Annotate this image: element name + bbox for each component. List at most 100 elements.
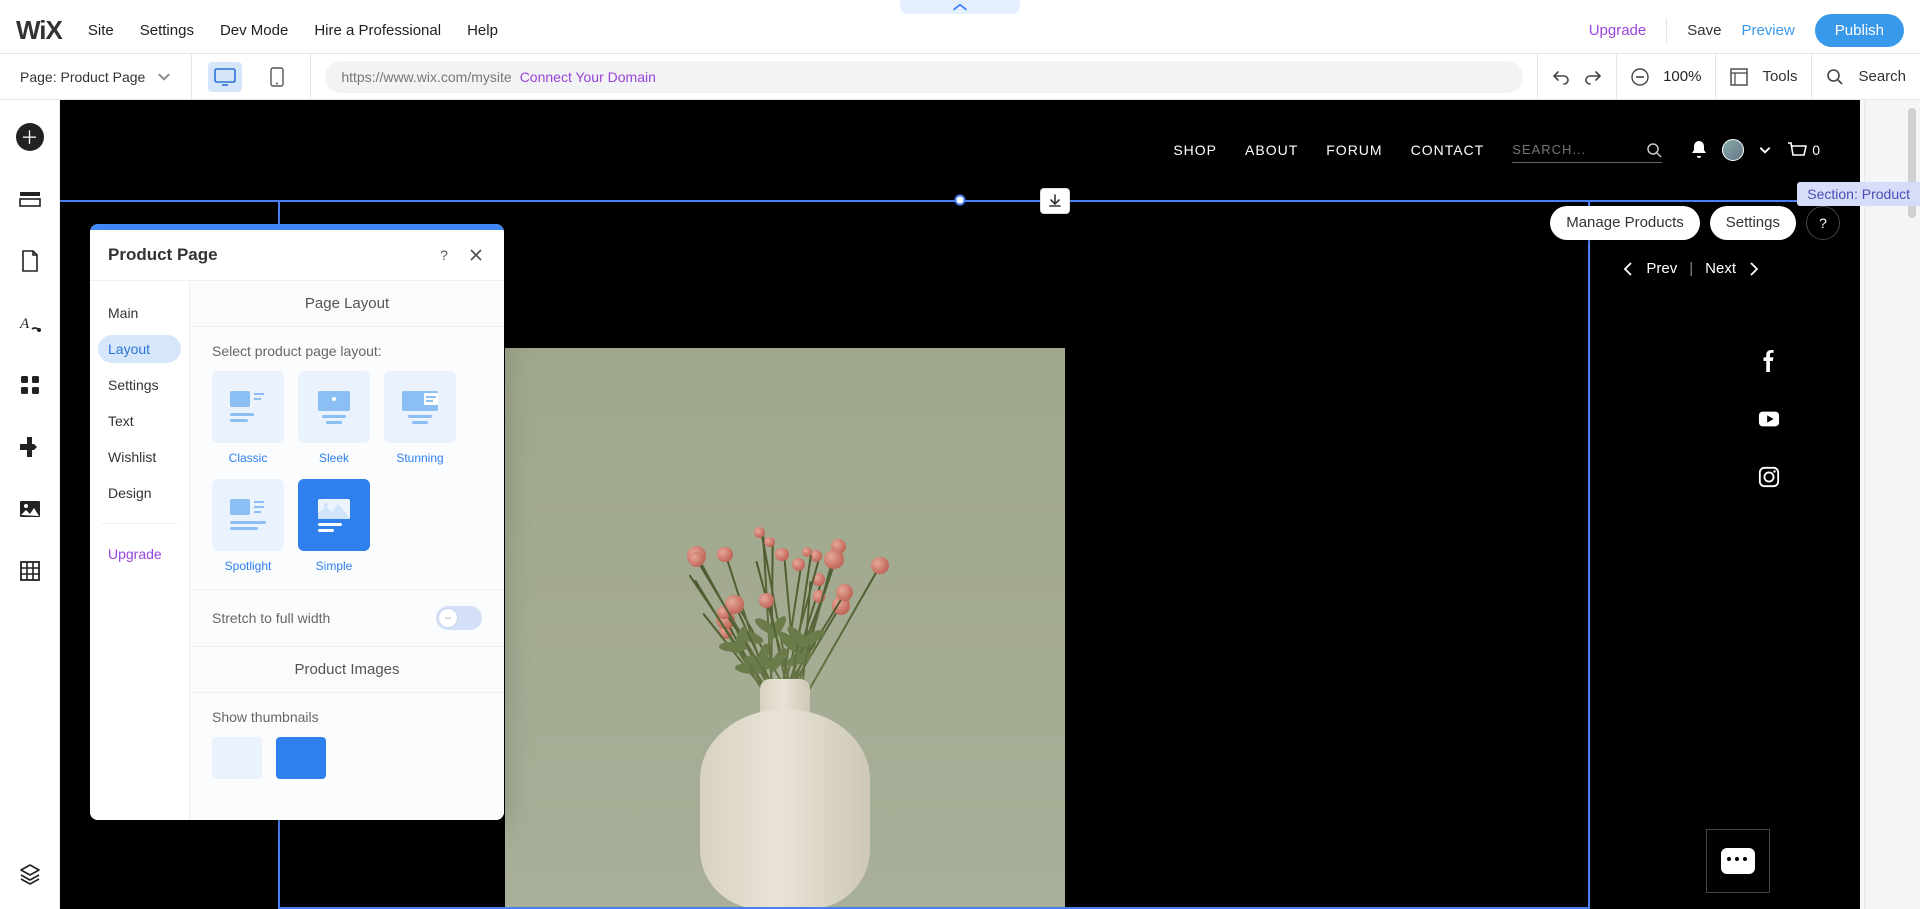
- chevron-left-icon[interactable]: [1622, 262, 1634, 276]
- instagram-icon[interactable]: [1758, 466, 1780, 488]
- layout-option-classic[interactable]: Classic: [212, 371, 284, 465]
- search-label: Search: [1858, 68, 1906, 85]
- undo-button[interactable]: [1552, 68, 1570, 86]
- connect-domain-link[interactable]: Connect Your Domain: [520, 69, 656, 85]
- section-download-button[interactable]: [1040, 188, 1070, 214]
- thumb-option-2[interactable]: [276, 737, 326, 779]
- section-heading-layout: Page Layout: [190, 281, 504, 327]
- nav-forum[interactable]: FORUM: [1326, 142, 1382, 158]
- undo-redo-group: [1537, 54, 1616, 99]
- media-button[interactable]: [15, 494, 45, 524]
- panel-nav-upgrade[interactable]: Upgrade: [98, 540, 181, 568]
- zoom-out-button[interactable]: [1631, 68, 1649, 86]
- layout-options: Classic Sleek Stunning Spotlight Simple: [212, 371, 482, 573]
- bell-icon[interactable]: [1690, 140, 1708, 160]
- sections-button[interactable]: [15, 184, 45, 214]
- help-button[interactable]: ?: [1806, 206, 1840, 240]
- site-header: SHOP ABOUT FORUM CONTACT 0: [60, 100, 1860, 200]
- layout-option-spotlight[interactable]: Spotlight: [212, 479, 284, 573]
- panel-title: Product Page: [108, 245, 218, 265]
- zoom-group: 100%: [1616, 54, 1715, 99]
- apps-button[interactable]: [15, 370, 45, 400]
- cart-icon: [1786, 141, 1808, 159]
- panel-nav-design[interactable]: Design: [98, 479, 181, 507]
- element-settings-button[interactable]: Settings: [1710, 206, 1796, 240]
- menu-site[interactable]: Site: [88, 22, 114, 39]
- top-menu-bar: WiX Site Settings Dev Mode Hire a Profes…: [0, 8, 1920, 54]
- top-collapse-handle[interactable]: [900, 0, 1020, 14]
- layout-option-sleek[interactable]: Sleek: [298, 371, 370, 465]
- search-group[interactable]: Search: [1811, 54, 1920, 99]
- chevron-right-icon[interactable]: [1748, 262, 1760, 276]
- site-search[interactable]: [1512, 138, 1662, 163]
- stretch-toggle[interactable]: −: [436, 606, 482, 630]
- panel-nav-wishlist[interactable]: Wishlist: [98, 443, 181, 471]
- pager-separator: |: [1689, 260, 1693, 277]
- page-selector-label: Page: Product Page: [20, 69, 145, 85]
- url-bar[interactable]: https://www.wix.com/mysite Connect Your …: [325, 61, 1523, 93]
- redo-button[interactable]: [1584, 68, 1602, 86]
- social-links: [1758, 350, 1780, 488]
- svg-text:A: A: [19, 316, 30, 332]
- nav-contact[interactable]: CONTACT: [1411, 142, 1485, 158]
- theme-button[interactable]: A: [15, 308, 45, 338]
- panel-nav: Main Layout Settings Text Wishlist Desig…: [90, 281, 190, 820]
- panel-nav-text[interactable]: Text: [98, 407, 181, 435]
- publish-button[interactable]: Publish: [1815, 14, 1904, 47]
- toolbar: Page: Product Page https://www.wix.com/m…: [0, 54, 1920, 100]
- menu-hire[interactable]: Hire a Professional: [314, 22, 441, 39]
- panel-nav-settings[interactable]: Settings: [98, 371, 181, 399]
- cart-count: 0: [1812, 142, 1820, 158]
- layout-option-stunning[interactable]: Stunning: [384, 371, 456, 465]
- panel-help-button[interactable]: ?: [434, 245, 454, 265]
- product-image[interactable]: [505, 348, 1065, 909]
- layout-label: Stunning: [396, 451, 443, 465]
- desktop-view-button[interactable]: [208, 62, 242, 92]
- product-pager: Prev | Next: [1622, 260, 1760, 277]
- layout-label: Spotlight: [225, 559, 272, 573]
- panel-close-button[interactable]: [466, 245, 486, 265]
- pages-button[interactable]: [15, 246, 45, 276]
- add-element-button[interactable]: ＋: [15, 122, 45, 152]
- user-avatar[interactable]: [1722, 139, 1744, 161]
- save-button[interactable]: Save: [1687, 22, 1721, 39]
- product-page-panel: Product Page ? Main Layout Settings Text…: [90, 224, 504, 820]
- panel-nav-main[interactable]: Main: [98, 299, 181, 327]
- left-tool-rail: ＋ A: [0, 100, 60, 909]
- chevron-down-icon: [157, 70, 171, 84]
- prev-link[interactable]: Prev: [1646, 260, 1677, 277]
- canvas-scrollbar[interactable]: [1864, 100, 1920, 909]
- layout-label: Sleek: [319, 451, 349, 465]
- preview-button[interactable]: Preview: [1741, 22, 1794, 39]
- zoom-level: 100%: [1663, 68, 1701, 85]
- section-resize-handle[interactable]: [955, 195, 966, 206]
- mobile-view-button[interactable]: [260, 62, 294, 92]
- site-search-input[interactable]: [1512, 142, 1612, 157]
- youtube-icon[interactable]: [1758, 408, 1780, 430]
- cart-button[interactable]: 0: [1786, 141, 1820, 159]
- layers-button[interactable]: [15, 859, 45, 889]
- nav-about[interactable]: ABOUT: [1245, 142, 1298, 158]
- divider: [1666, 18, 1667, 44]
- search-icon: [1826, 68, 1844, 86]
- top-upgrade-link[interactable]: Upgrade: [1589, 22, 1647, 39]
- nav-shop[interactable]: SHOP: [1173, 142, 1217, 158]
- next-link[interactable]: Next: [1705, 260, 1736, 277]
- layout-option-simple[interactable]: Simple: [298, 479, 370, 573]
- thumb-option-1[interactable]: [212, 737, 262, 779]
- chat-widget[interactable]: [1706, 829, 1770, 893]
- app-market-button[interactable]: [15, 432, 45, 462]
- menu-help[interactable]: Help: [467, 22, 498, 39]
- panel-nav-layout[interactable]: Layout: [98, 335, 181, 363]
- url-text: https://www.wix.com/mysite: [341, 69, 511, 85]
- section-label[interactable]: Section: Product: [1797, 182, 1920, 206]
- manage-products-button[interactable]: Manage Products: [1550, 206, 1700, 240]
- facebook-icon[interactable]: [1758, 350, 1780, 372]
- page-selector[interactable]: Page: Product Page: [0, 54, 192, 99]
- content-manager-button[interactable]: [15, 556, 45, 586]
- stretch-label: Stretch to full width: [212, 610, 330, 626]
- menu-settings[interactable]: Settings: [140, 22, 194, 39]
- chevron-down-icon[interactable]: [1758, 143, 1772, 157]
- tools-group[interactable]: Tools: [1715, 54, 1811, 99]
- menu-devmode[interactable]: Dev Mode: [220, 22, 288, 39]
